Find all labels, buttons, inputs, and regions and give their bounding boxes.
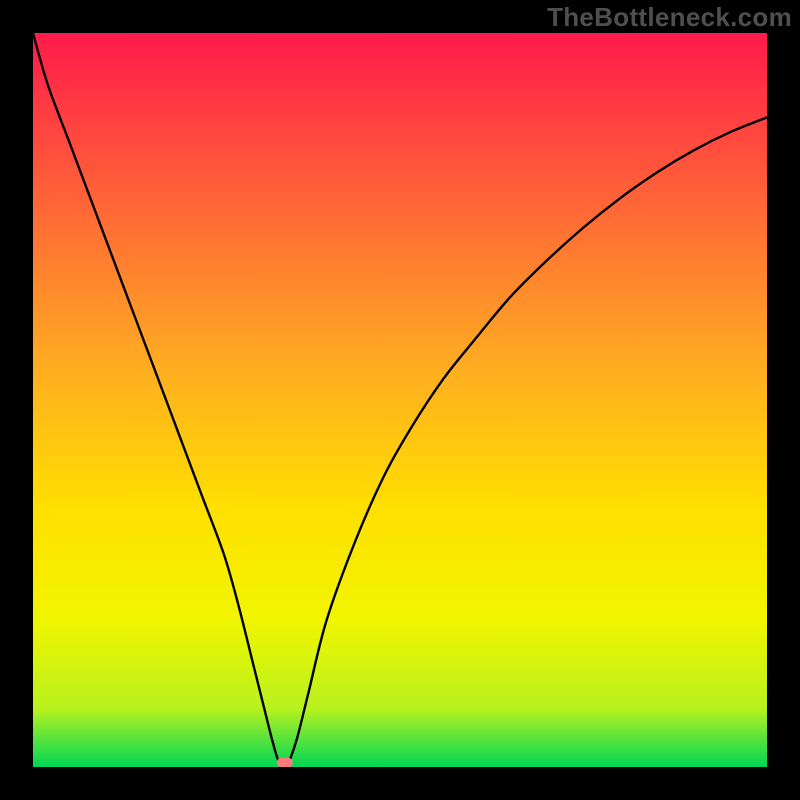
optimal-marker — [277, 758, 293, 767]
chart-svg — [33, 33, 767, 767]
chart-plot — [33, 33, 767, 767]
chart-frame: TheBottleneck.com — [0, 0, 800, 800]
watermark-text: TheBottleneck.com — [547, 2, 792, 33]
chart-background — [33, 33, 767, 767]
